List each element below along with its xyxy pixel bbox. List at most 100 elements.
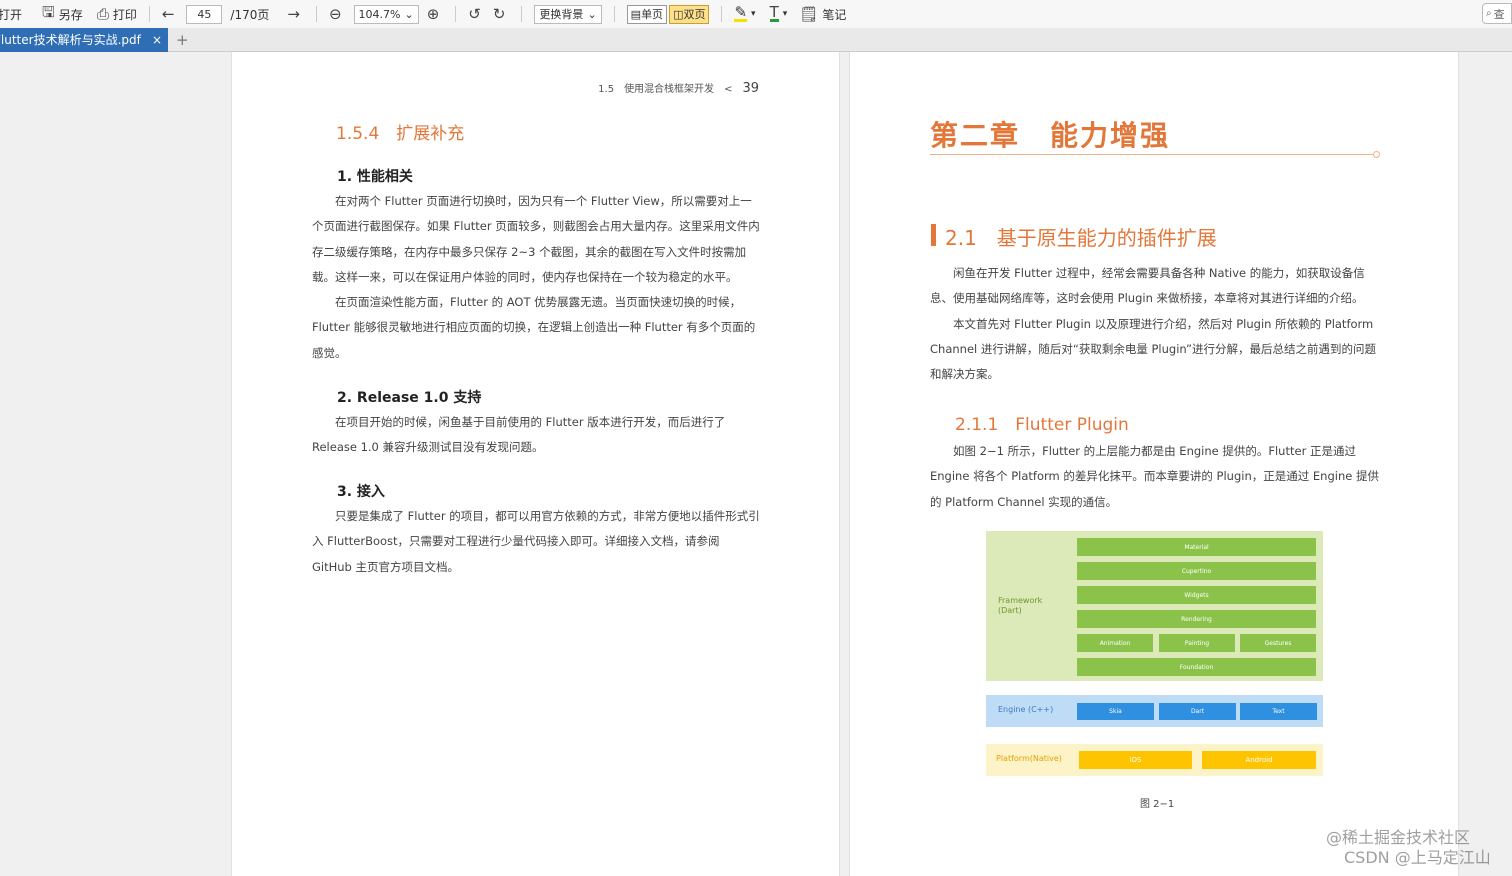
layer-bar: Rendering xyxy=(1077,610,1316,628)
next-page-button[interactable]: → xyxy=(283,0,308,28)
paragraph: 如图 2−1 所示，Flutter 的上层能力都是由 Engine 提供的。Fl… xyxy=(930,444,1379,509)
paragraph: 本文首先对 Flutter Plugin 以及原理进行介绍，然后对 Plugin… xyxy=(930,316,1377,382)
page-total: /170页 xyxy=(230,7,270,22)
chapter-rule xyxy=(930,154,1378,155)
section-title: 2.1 基于原生能力的插件扩展 xyxy=(945,226,1217,250)
notes-icon: 🗒 xyxy=(799,5,819,23)
search-icon: ⌕ xyxy=(1486,8,1492,19)
notes-label: 笔记 xyxy=(822,7,847,22)
framework-label: Framework (Dart) xyxy=(998,596,1043,615)
chevron-down-icon: ⌄ xyxy=(587,7,597,21)
printer-icon: ⎙ xyxy=(96,5,109,23)
subsection-title: 2. Release 1.0 支持 xyxy=(337,390,482,406)
save-as-button[interactable]: 🖫 另存 xyxy=(38,0,87,28)
open-button[interactable]: 打开 xyxy=(0,0,26,28)
engine-layer: Engine (C++) Skia Dart Text xyxy=(986,695,1323,727)
divider xyxy=(455,6,457,22)
double-page-toggle[interactable]: ◫ 双页 xyxy=(665,0,713,28)
page-number-input[interactable]: 45 xyxy=(186,4,223,24)
running-head: 1.5 使用混合栈框架开发 < 39 xyxy=(598,80,759,96)
page-number-field[interactable]: 45 xyxy=(182,0,226,28)
divider xyxy=(721,6,723,22)
pdf-page-left: 1.5 使用混合栈框架开发 < 39 1.5.4 扩展补充 1. 性能相关 在对… xyxy=(231,52,840,876)
paragraph: 在页面渲染性能方面，Flutter 的 AOT 优势展露无遗。当页面快速切换的时… xyxy=(312,295,756,360)
rotate-right-icon: ↻ xyxy=(492,5,506,23)
toolbar: 打开 🖫 另存 ⎙ 打印 ← 45 /170页 → ⊖ 104.7% ⌄ ⊕ ↺… xyxy=(0,0,1512,28)
zoom-in-button[interactable]: ⊕ xyxy=(423,0,448,28)
zoom-out-icon: ⊖ xyxy=(328,5,342,23)
layer-bar: Material xyxy=(1077,538,1316,556)
right-gutter xyxy=(1459,52,1512,876)
divider xyxy=(521,6,523,22)
framework-layer: Framework (Dart) Material Cupertino Widg… xyxy=(986,531,1323,681)
single-page-toggle[interactable]: ▤ 单页 xyxy=(623,0,671,28)
chevron-down-icon: ▾ xyxy=(751,9,756,19)
text-color-button[interactable]: T ▾ xyxy=(766,0,792,28)
tab-document[interactable]: Flutter技术解析与实战.pdf × xyxy=(0,27,168,52)
single-page-icon: ▤ xyxy=(630,7,642,21)
engine-label: Engine (C++) xyxy=(998,705,1054,714)
divider xyxy=(315,6,317,22)
layer-bar: Foundation xyxy=(1077,658,1316,676)
watermark: @稀土掘金技术社区 CSDN @上马定江山 xyxy=(1326,828,1491,868)
paragraph: 在对两个 Flutter 页面进行切换时，因为只有一个 Flutter View… xyxy=(312,194,760,284)
background-select[interactable]: 更换背景 ⌄ xyxy=(530,0,605,28)
section-marker xyxy=(931,224,936,246)
watermark-line: CSDN @上马定江山 xyxy=(1344,848,1491,867)
chevron-down-icon: ⌄ xyxy=(404,7,414,21)
print-label: 打印 xyxy=(112,7,137,22)
rotate-left-button[interactable]: ↺ xyxy=(464,0,489,28)
zoom-in-icon: ⊕ xyxy=(426,5,440,23)
paragraph: 闲鱼在开发 Flutter 过程中，经常会需要具备各种 Native 的能力，如… xyxy=(930,266,1365,306)
save-as-label: 另存 xyxy=(58,7,83,22)
double-page-icon: ◫ xyxy=(673,7,684,21)
arrow-left-icon: ← xyxy=(161,5,175,23)
background-label: 更换背景 xyxy=(539,8,584,21)
page-number: 39 xyxy=(742,81,759,96)
running-head-section: 1.5 xyxy=(598,84,615,95)
single-page-label: 单页 xyxy=(641,8,664,21)
rotate-left-icon: ↺ xyxy=(468,5,481,23)
layer-bar: iOS xyxy=(1079,751,1192,769)
layer-bar: Painting xyxy=(1159,634,1235,652)
layer-bar: Android xyxy=(1202,751,1316,769)
search-input[interactable]: ⌕ 查 xyxy=(1482,3,1512,24)
search-placeholder: 查 xyxy=(1493,7,1505,21)
double-page-label: 双页 xyxy=(683,8,706,21)
highlight-button[interactable]: ✎ ▾ xyxy=(730,0,759,28)
rotate-right-button[interactable]: ↻ xyxy=(489,0,514,28)
add-tab-button[interactable]: + xyxy=(176,31,189,49)
chapter-rule-dot xyxy=(1373,151,1380,158)
pdf-page-right: 第二章 能力增强 2.1 基于原生能力的插件扩展 闲鱼在开发 Flutter 过… xyxy=(849,52,1459,876)
paragraph: 在项目开始的时候，闲鱼基于目前使用的 Flutter 版本进行开发，而后进行了 … xyxy=(312,415,726,455)
divider xyxy=(613,6,615,22)
notes-button[interactable]: 🗒 笔记 xyxy=(795,0,850,28)
arrow-right-icon: → xyxy=(287,5,300,23)
text-tool-icon: T xyxy=(769,3,779,22)
tab-bar: Flutter技术解析与实战.pdf × + xyxy=(0,27,1512,52)
close-icon[interactable]: × xyxy=(152,33,162,47)
watermark-line: @稀土掘金技术社区 xyxy=(1326,828,1471,847)
section-title: 1.5.4 扩展补充 xyxy=(336,124,465,144)
layer-bar: Text xyxy=(1240,703,1317,720)
paragraph-block: 只要是集成了 Flutter 的项目，都可以用官方依赖的方式，非常方便地以插件形… xyxy=(312,504,760,580)
chevron-down-icon: ▾ xyxy=(782,9,788,19)
paragraph-block: 在项目开始的时候，闲鱼基于目前使用的 Flutter 版本进行开发，而后进行了 … xyxy=(312,410,760,461)
zoom-out-button[interactable]: ⊖ xyxy=(325,0,350,28)
chapter-title: 第二章 能力增强 xyxy=(930,119,1171,152)
layer-bar: Widgets xyxy=(1077,586,1316,604)
layer-bar: Cupertino xyxy=(1077,562,1316,580)
figure-caption: 图 2−1 xyxy=(1140,799,1175,810)
paragraph: 只要是集成了 Flutter 的项目，都可以用官方依赖的方式，非常方便地以插件形… xyxy=(312,509,760,574)
highlighter-icon: ✎ xyxy=(734,3,748,22)
paragraph-block: 如图 2−1 所示，Flutter 的上层能力都是由 Engine 提供的。Fl… xyxy=(930,439,1379,515)
paragraph-block: 在对两个 Flutter 页面进行切换时，因为只有一个 Flutter View… xyxy=(312,189,760,366)
zoom-select[interactable]: 104.7% ⌄ xyxy=(350,0,423,28)
print-button[interactable]: ⎙ 打印 xyxy=(93,0,141,28)
layer-bar: Gestures xyxy=(1240,634,1316,652)
platform-layer: Platform(Native) iOS Android xyxy=(986,744,1323,776)
open-label: 打开 xyxy=(0,7,23,22)
tab-title: Flutter技术解析与实战.pdf xyxy=(0,33,141,47)
prev-page-button[interactable]: ← xyxy=(158,0,183,28)
subsection-title: 3. 接入 xyxy=(337,484,385,500)
